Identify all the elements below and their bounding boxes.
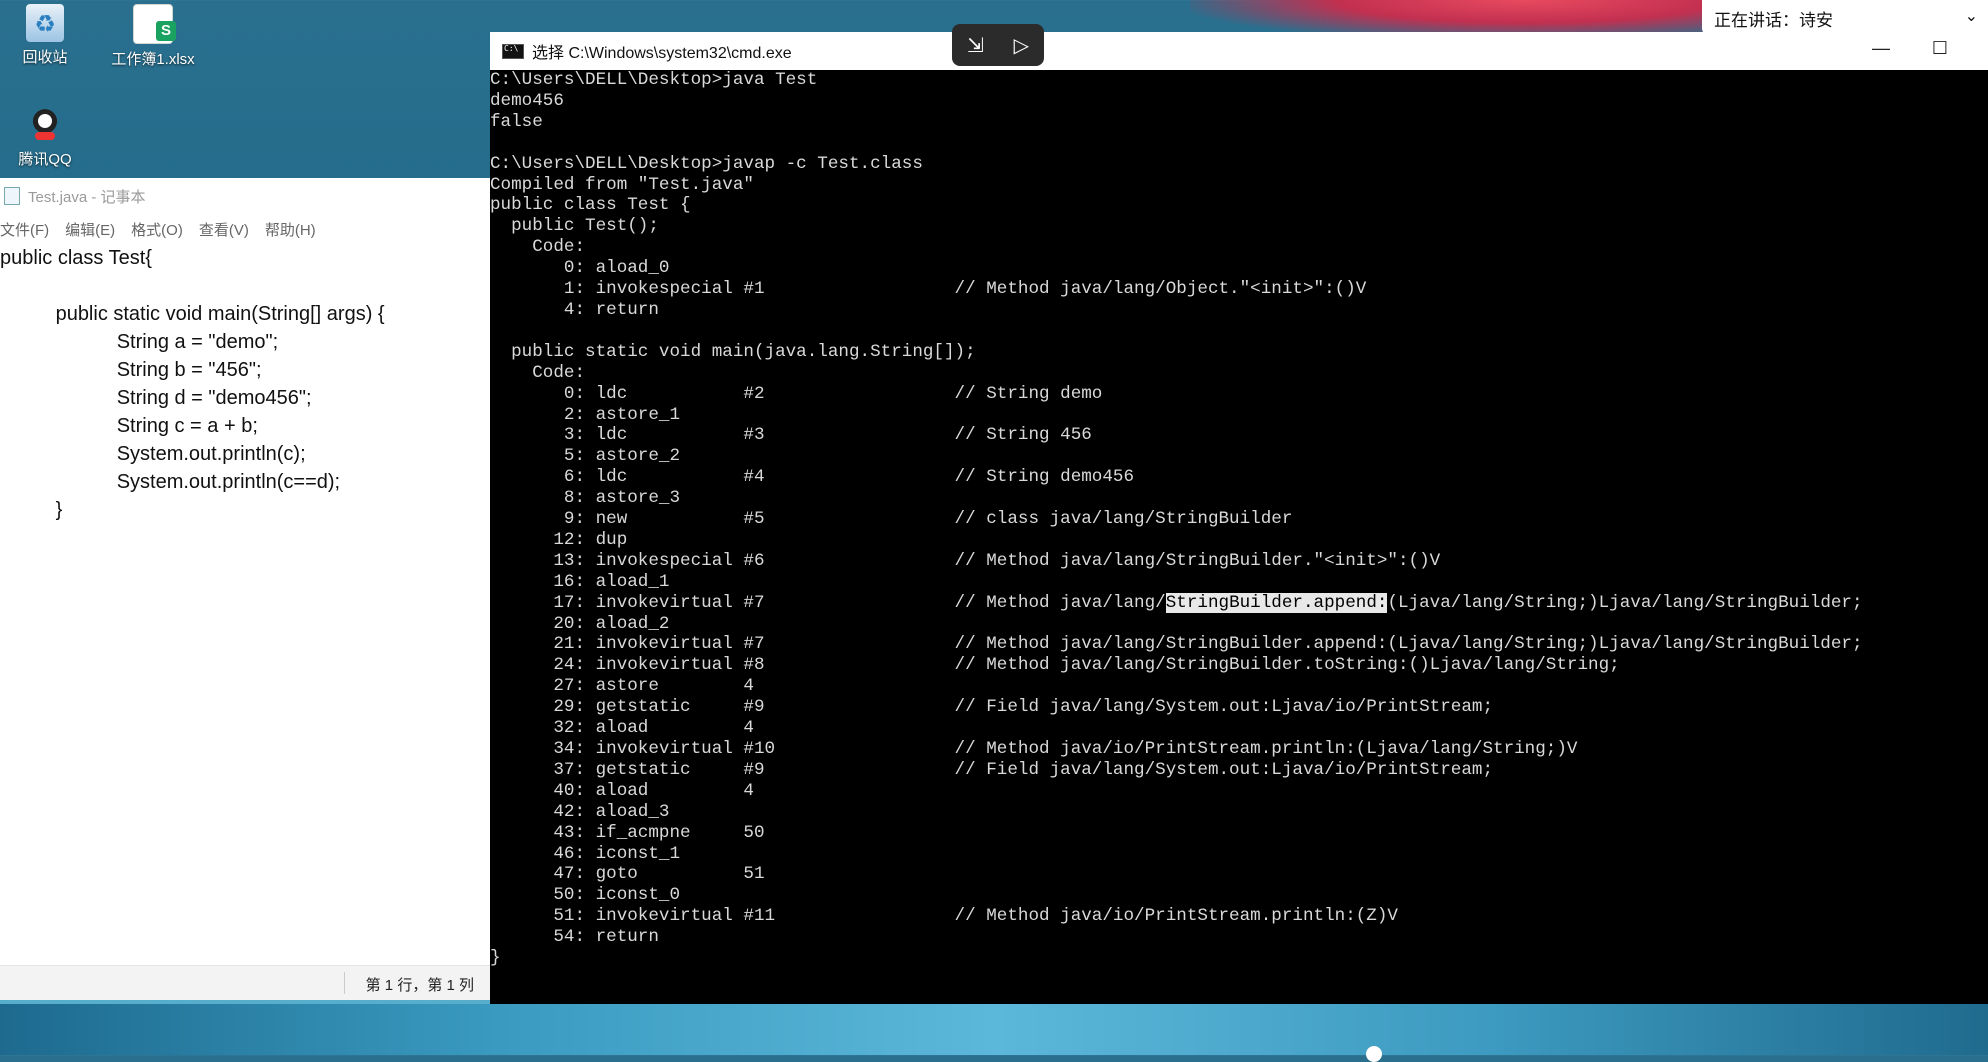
desktop-icon-recycle-bin[interactable]: 回收站 [0, 4, 90, 67]
recycle-bin-icon [26, 4, 64, 42]
notepad-icon [4, 187, 20, 205]
cmd-window[interactable]: 选择 C:\Windows\system32\cmd.exe — ☐ C:\Us… [490, 32, 1988, 1004]
cmd-icon [502, 43, 524, 59]
cmd-selection: StringBuilder.append: [1165, 592, 1388, 613]
notepad-window[interactable]: Test.java - 记事本 文件(F) 编辑(E) 格式(O) 查看(V) … [0, 178, 491, 1000]
notepad-text-area[interactable]: public class Test{ public static void ma… [0, 244, 490, 964]
cmd-title: 选择 C:\Windows\system32\cmd.exe [532, 45, 792, 62]
exit-fullscreen-icon[interactable]: ⇲ [967, 33, 984, 58]
floating-toolbar: ⇲ ▷ [952, 24, 1044, 66]
cursor-position: 第 1 行，第 1 列 [365, 977, 474, 994]
desktop-icon-qq[interactable]: 腾讯QQ [0, 106, 90, 169]
speaking-indicator[interactable]: 正在讲话：诗安 ⌄ [1702, 0, 1988, 36]
spreadsheet-icon [133, 4, 176, 44]
chevron-down-icon[interactable]: ⌄ [1965, 6, 1978, 26]
menu-view[interactable]: 查看(V) [199, 219, 249, 240]
screen-share-icon[interactable]: ▷ [1014, 33, 1029, 58]
notepad-statusbar: 第 1 行，第 1 列 [0, 965, 490, 1000]
cmd-output-text: C:\Users\DELL\Desktop>java Test demo456 … [490, 70, 1441, 613]
notepad-title: Test.java - 记事本 [28, 188, 146, 206]
menu-format[interactable]: 格式(O) [131, 219, 183, 240]
maximize-button[interactable]: ☐ [1932, 38, 1948, 59]
minimize-button[interactable]: — [1872, 38, 1890, 59]
cmd-titlebar[interactable]: 选择 C:\Windows\system32\cmd.exe — ☐ [490, 32, 1988, 70]
status-divider [344, 972, 345, 994]
cursor-indicator [1366, 1046, 1382, 1062]
desktop-icon-xlsx[interactable]: 工作簿1.xlsx [98, 4, 208, 69]
desktop-icon-label: 腾讯QQ [18, 151, 72, 168]
menu-edit[interactable]: 编辑(E) [65, 219, 115, 240]
menu-file[interactable]: 文件(F) [0, 219, 49, 240]
desktop-icon-label: 回收站 [22, 49, 68, 66]
cmd-output-text-rest: (Ljava/lang/String;)Ljava/lang/StringBui… [490, 592, 1863, 969]
notepad-titlebar[interactable]: Test.java - 记事本 [0, 178, 490, 214]
desktop-icon-label: 工作簿1.xlsx [111, 51, 195, 68]
qq-penguin-icon [26, 106, 64, 144]
menu-help[interactable]: 帮助(H) [265, 219, 316, 240]
notepad-menubar: 文件(F) 编辑(E) 格式(O) 查看(V) 帮助(H) [0, 214, 490, 244]
taskbar [0, 1004, 1988, 1055]
cmd-output[interactable]: C:\Users\DELL\Desktop>java Test demo456 … [490, 70, 1988, 1004]
speaking-text: 正在讲话：诗安 [1714, 10, 1833, 30]
